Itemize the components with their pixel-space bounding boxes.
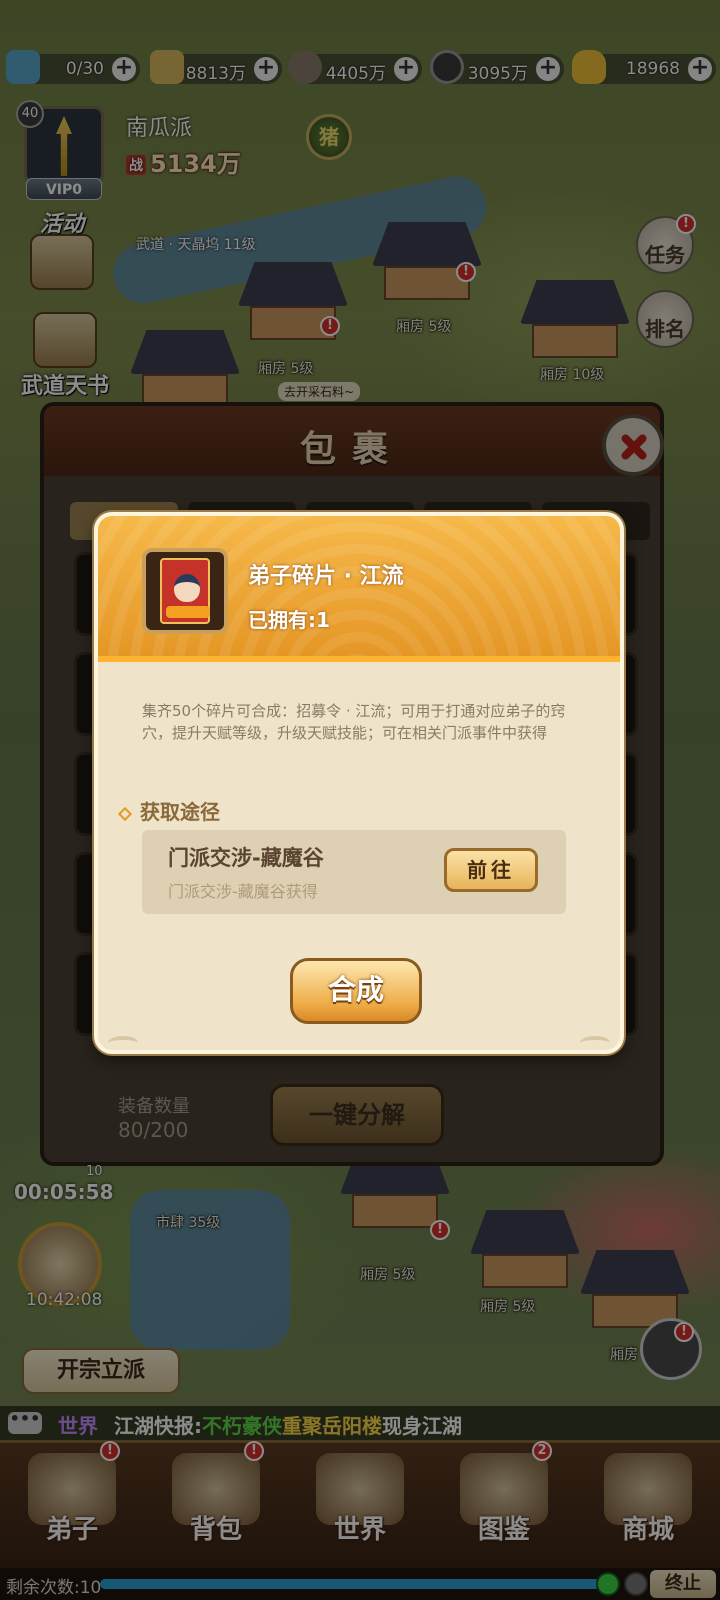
- disciple-face: [174, 574, 200, 602]
- item-detail-popup: 弟子碎片 · 江流 已拥有:1 集齐50个碎片可合成：招募令 · 江流；可用于打…: [94, 512, 624, 1054]
- disciple-shard-icon: [142, 548, 228, 634]
- goto-button[interactable]: 前往: [444, 848, 538, 892]
- source-section-title: 获取途径: [117, 796, 220, 825]
- popup-header: 弟子碎片 · 江流 已拥有:1: [98, 516, 620, 662]
- source-title-text: 获取途径: [140, 800, 220, 824]
- item-description: 集齐50个碎片可合成：招募令 · 江流；可用于打通对应弟子的窍穴，提升天赋等级，…: [142, 702, 566, 742]
- disciple-scarf: [166, 606, 210, 618]
- source-description: 门派交涉-藏魔谷获得: [168, 882, 318, 901]
- craft-button[interactable]: 合成: [290, 958, 422, 1024]
- item-owned-count: 已拥有:1: [248, 608, 330, 632]
- item-name: 弟子碎片 · 江流: [248, 564, 404, 589]
- corner-decoration: [108, 1036, 138, 1050]
- shard-card: [160, 558, 210, 624]
- source-name: 门派交涉-藏魔谷: [168, 846, 324, 870]
- diamond-icon: [117, 806, 133, 821]
- corner-decoration: [580, 1036, 610, 1050]
- source-entry: 门派交涉-藏魔谷 门派交涉-藏魔谷获得 前往: [142, 830, 566, 914]
